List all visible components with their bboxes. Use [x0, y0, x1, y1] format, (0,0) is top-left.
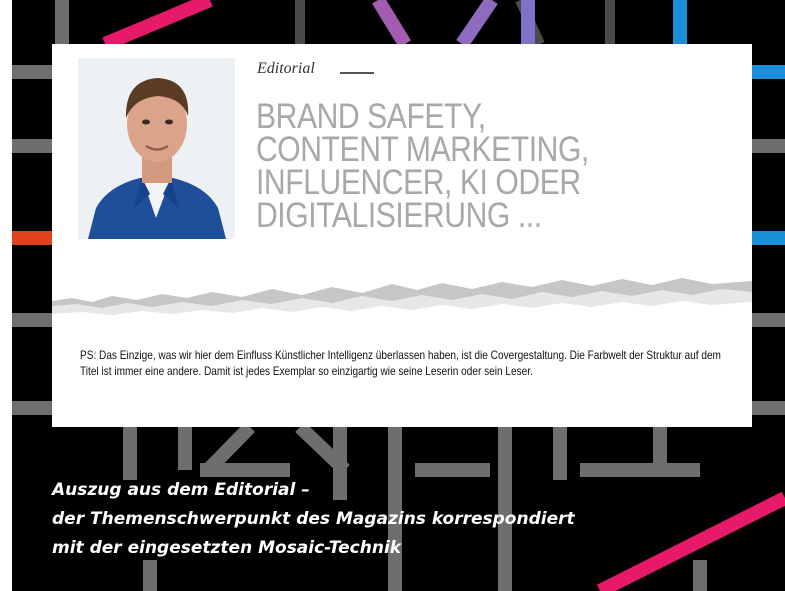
- kicker-rule: [340, 72, 374, 74]
- image-caption: Auszug aus dem Editorial – der Themensch…: [52, 476, 575, 563]
- headline-line: INFLUENCER, KI ODER: [256, 163, 581, 202]
- headline-line: DIGITALISIERUNG ...: [256, 196, 542, 235]
- editorial-headline: BRAND SAFETY, CONTENT MARKETING, INFLUEN…: [256, 97, 669, 235]
- editorial-kicker: Editorial: [257, 60, 315, 77]
- postscript-text: PS: Das Einzige, was wir hier dem Einflu…: [80, 348, 721, 378]
- headline-line: BRAND SAFETY,: [256, 97, 486, 136]
- headline-line: CONTENT MARKETING,: [256, 130, 589, 169]
- editorial-excerpt: Editorial BRAND SAFETY, CONTENT MARKETIN…: [52, 44, 752, 427]
- author-portrait: [78, 58, 235, 239]
- torn-paper-edge: [52, 278, 752, 326]
- image-stage: Editorial BRAND SAFETY, CONTENT MARKETIN…: [0, 0, 785, 591]
- caption-line: mit der eingesetzten Mosaic-Technik: [52, 538, 402, 558]
- caption-line: Auszug aus dem Editorial –: [52, 480, 310, 500]
- caption-line: der Themenschwerpunkt des Magazins korre…: [52, 509, 575, 529]
